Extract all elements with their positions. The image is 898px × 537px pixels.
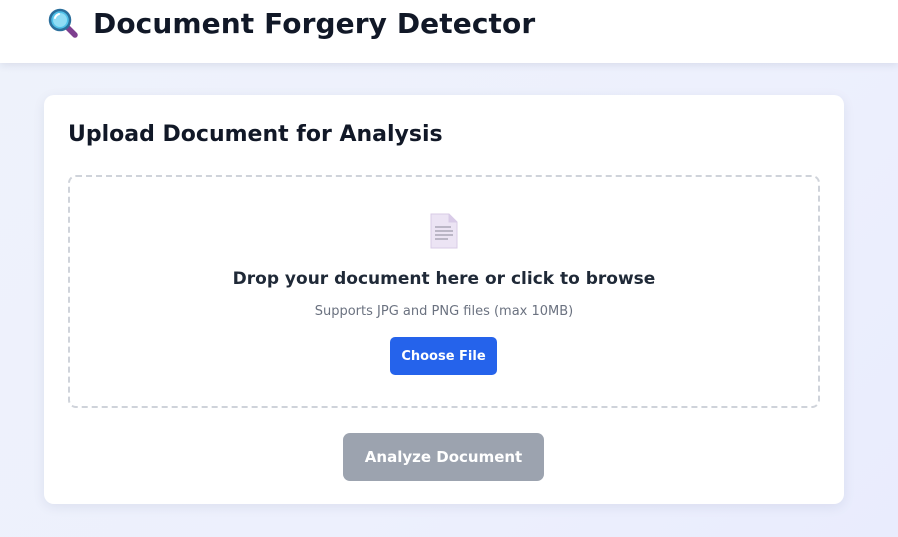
dropzone-prompt: Drop your document here or click to brow… (232, 269, 656, 289)
document-icon (430, 213, 458, 253)
app-title: Document Forgery Detector (47, 3, 535, 43)
app-header: Document Forgery Detector (0, 0, 898, 63)
choose-file-button[interactable]: Choose File (390, 337, 497, 375)
analyze-document-button[interactable]: Analyze Document (343, 433, 544, 481)
dropzone-supported-formats: Supports JPG and PNG files (max 10MB) (314, 304, 574, 319)
upload-card: Upload Document for Analysis Drop your d… (44, 95, 844, 504)
upload-card-title: Upload Document for Analysis (68, 122, 443, 147)
file-dropzone[interactable]: Drop your document here or click to brow… (68, 175, 820, 408)
magnifying-glass-icon (47, 7, 79, 39)
app-title-text: Document Forgery Detector (93, 6, 536, 40)
